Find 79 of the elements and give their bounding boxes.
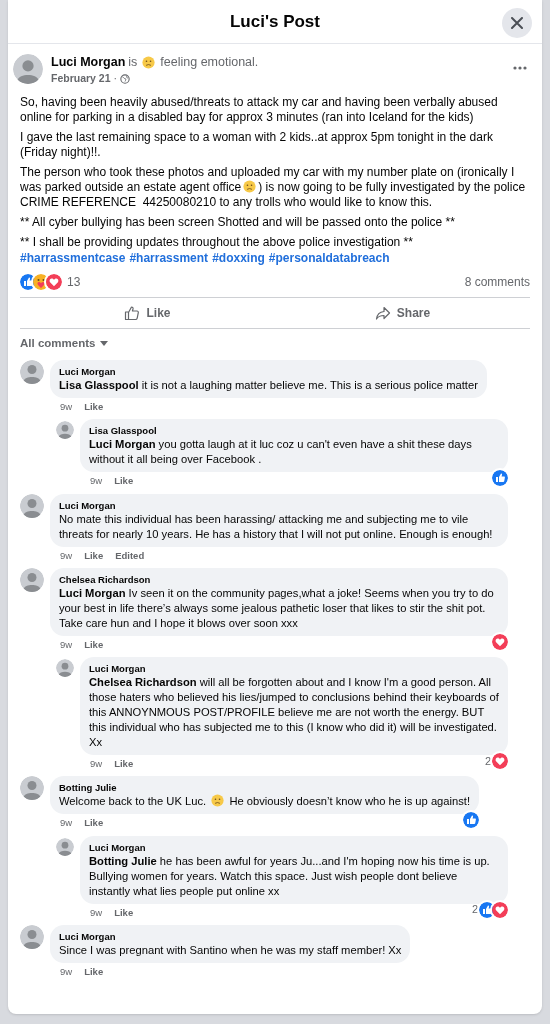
comment-text: Since I was pregnant with Santino when he was my staff member! Xx bbox=[59, 942, 402, 958]
post-text: The person who took these photos and uploaded my car with my number plate on (ironically I was parked outside an estate agent office ) is now going to be fully investigated by the police CRIME REFERENCE 44250080210 to any trolls who would like to know this. bbox=[20, 164, 527, 210]
hashtag-link[interactable]: #doxxing bbox=[212, 249, 265, 266]
avatar[interactable] bbox=[56, 837, 74, 856]
hashtag-link[interactable]: #harrassmentcase bbox=[20, 249, 126, 266]
comment-text: Botting Julie he has been awful for years Ju...and I'm hoping now his time is up. Bullying women for years. Watch this space. Just wish people dont believe instantly what lies people put online xx bbox=[89, 853, 491, 899]
comment-text: Luci Morgan Iv seen it on the community pages,what a joke! Seems when you try to do your best in life there’s always some jealous pathetic loser that likes to stir the shit pot. Take care hun and I hope it blows over soon xxx bbox=[59, 585, 495, 631]
post-text: ** All cyber bullying has been screen Shotted and will be passed onto the police ** bbox=[20, 214, 456, 230]
share-arrow-icon bbox=[374, 304, 391, 321]
comment-action-link[interactable]: Like bbox=[114, 757, 134, 772]
comment-action-link[interactable]: Like bbox=[114, 474, 134, 489]
avatar[interactable] bbox=[20, 493, 44, 518]
avatar[interactable] bbox=[20, 924, 44, 949]
like-button[interactable]: Like bbox=[20, 297, 275, 328]
comment-author[interactable]: Botting Julie bbox=[59, 781, 471, 795]
post-text: ** I shall be providing updates throughout the above police investigation ** bbox=[20, 234, 414, 250]
date-separator: · bbox=[113, 71, 118, 86]
comment-author[interactable]: Luci Morgan bbox=[89, 662, 499, 675]
dialog-title: Luci's Post bbox=[230, 10, 320, 33]
comment-author[interactable]: Luci Morgan bbox=[59, 498, 499, 512]
avatar[interactable] bbox=[56, 659, 74, 677]
reaction-count: 2 bbox=[471, 902, 478, 918]
avatar[interactable] bbox=[20, 567, 44, 592]
comment-text: No mate this individual has been harassing/ attacking me and subjecting me to vile threats for nearly 10 years. He has a history that I will not put online. Enough is enough! bbox=[59, 511, 494, 542]
comment-count-link[interactable]: 8 comments bbox=[464, 272, 530, 291]
mention-link[interactable]: Luci Morgan bbox=[59, 586, 126, 599]
share-button[interactable]: Share bbox=[275, 297, 530, 328]
comment-author[interactable]: Luci Morgan bbox=[59, 365, 478, 378]
comment-action-link[interactable]: Like bbox=[84, 637, 104, 652]
comment-text: Lisa Glasspool it is not a laughing matter believe me. This is a serious police matter bbox=[59, 378, 478, 393]
mention-link[interactable]: Chelsea Richardson bbox=[89, 676, 197, 688]
timestamp: 9w bbox=[90, 905, 103, 920]
comment-text: Welcome back to the UK Luc. He obviously doesn’t know who he is up against! bbox=[59, 794, 471, 810]
more-options-icon[interactable] bbox=[513, 66, 527, 70]
comment-author[interactable]: Lisa Glasspool bbox=[89, 424, 499, 438]
avatar[interactable] bbox=[20, 776, 44, 801]
author-name[interactable]: Luci Morgan bbox=[51, 54, 126, 70]
reaction-count[interactable]: 13 bbox=[67, 272, 81, 291]
emoji-icon bbox=[211, 794, 225, 808]
post-date[interactable]: February 21 bbox=[51, 71, 111, 87]
timestamp: 9w bbox=[90, 474, 103, 489]
feeling-prefix: is bbox=[128, 54, 138, 70]
close-button[interactable] bbox=[502, 8, 532, 38]
avatar[interactable] bbox=[56, 421, 74, 440]
hashtag-link[interactable]: #personaldatabreach bbox=[268, 249, 390, 266]
comment-author[interactable]: Luci Morgan bbox=[89, 840, 499, 854]
timestamp: 9w bbox=[60, 816, 73, 831]
timestamp: 9w bbox=[90, 757, 103, 771]
comment-action-link[interactable]: Like bbox=[84, 816, 104, 831]
globe-icon bbox=[120, 73, 131, 84]
avatar[interactable] bbox=[13, 54, 43, 84]
feeling-text: feeling emotional. bbox=[160, 54, 259, 70]
caret-icon bbox=[100, 340, 109, 346]
reaction-count: 2 bbox=[484, 753, 491, 769]
timestamp: 9w bbox=[60, 400, 73, 414]
timestamp: 9w bbox=[60, 964, 73, 979]
feeling-emoji-icon bbox=[142, 55, 156, 69]
comment-action-link[interactable]: Edited bbox=[115, 548, 145, 563]
timestamp: 9w bbox=[60, 637, 73, 652]
mention-link[interactable]: Luci Morgan bbox=[89, 438, 156, 451]
comment-action-link[interactable]: Like bbox=[84, 400, 104, 415]
close-icon bbox=[511, 17, 523, 29]
comment-text: Chelsea Richardson will all be forgotten about and I know I'm a good person. All those haters who believed his lies/jumped to conclusions behind their keyboards of this ANNOYNMOUS POST/PROFILE believe me are not worth the energy. BUT this individual who has subjected me to this (I know who did it) will be investigated. Xx bbox=[89, 675, 499, 750]
comment-action-link[interactable]: Like bbox=[84, 548, 104, 563]
thumbs-up-icon bbox=[124, 304, 141, 321]
avatar[interactable] bbox=[20, 360, 44, 384]
comment-action-link[interactable]: Like bbox=[84, 964, 104, 979]
mention-link[interactable]: Lisa Glasspool bbox=[59, 379, 139, 391]
comment-author[interactable]: Chelsea Richardson bbox=[59, 572, 499, 586]
mention-link[interactable]: Botting Julie bbox=[89, 854, 157, 867]
post-text: So, having been heavily abused/threats to attack my car and having been verbally abused online for parking in a disabled bay for approx 3 minutes (ran into Iceland for the kids) bbox=[20, 94, 499, 125]
comments-filter-dropdown[interactable]: All comments bbox=[20, 334, 109, 352]
comment-text: Luci Morgan you gotta laugh at it luc coz u can't even have a shit these days without it all being over Facebook . bbox=[89, 437, 473, 468]
hashtag-link[interactable]: #harrassment bbox=[129, 249, 209, 266]
comment-action-link[interactable]: Like bbox=[114, 905, 134, 920]
emoji-icon bbox=[243, 179, 257, 193]
comment-author[interactable]: Luci Morgan bbox=[59, 929, 402, 943]
post-text: I gave the last remaining space to a woman with 2 kids..at approx 5pm tonight in the dark (Friday night)!!. bbox=[20, 129, 494, 160]
timestamp: 9w bbox=[60, 548, 73, 563]
